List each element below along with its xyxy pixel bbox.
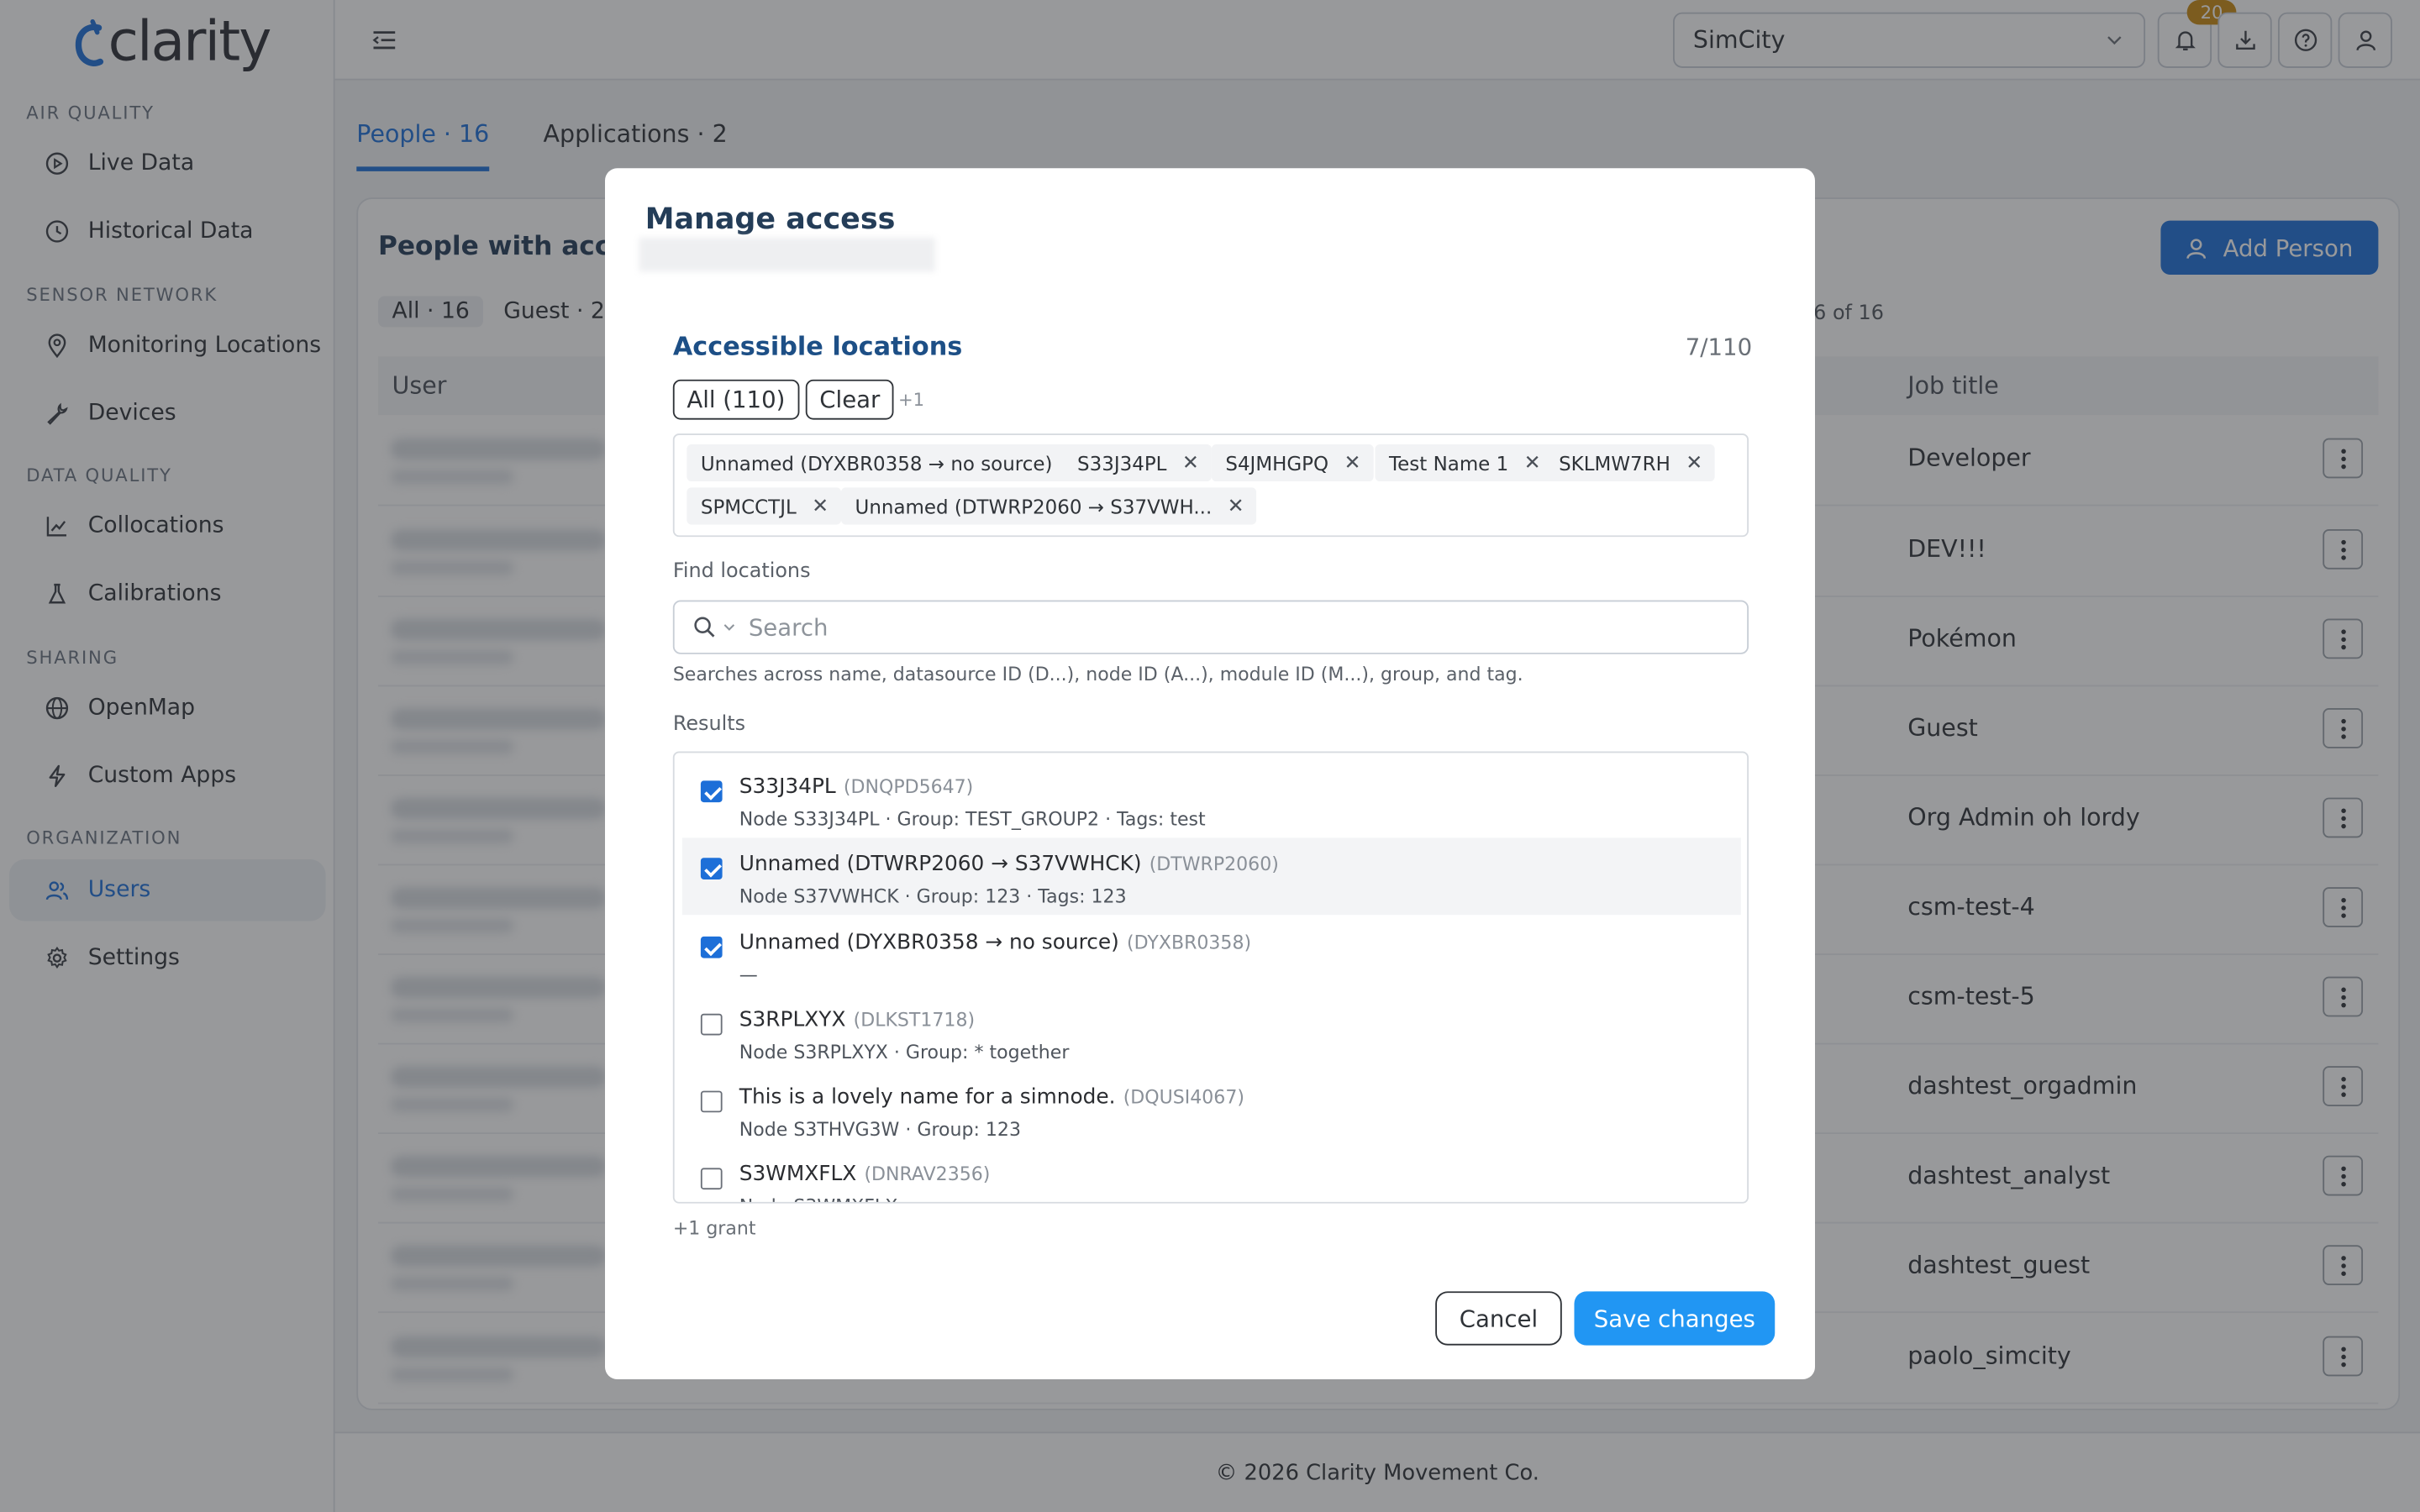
result-meta: — [739,963,758,986]
tag-label: Unnamed (DTWRP2060 → S37VWH... [855,494,1213,518]
selected-tag: Test Name 1 ✕ [1375,444,1554,482]
result-id: (DNRAV2356) [864,1163,991,1185]
modal-subtitle-redacted [639,237,936,272]
selected-tag: Unnamed (DYXBR0358 → no source)✕ [687,444,1097,482]
close-icon[interactable]: ✕ [1344,451,1360,475]
selected-tag: S33J34PL ✕ [1063,444,1212,482]
close-icon[interactable]: ✕ [1228,495,1244,518]
search-input[interactable]: Search [672,600,1749,654]
result-name-text: Unnamed (DTWRP2060 → S37VWHCK) [739,851,1142,877]
chevron-down-icon [723,624,735,631]
save-button[interactable]: Save changes [1574,1291,1776,1346]
close-icon[interactable]: ✕ [1524,451,1541,475]
result-meta: Node S3WMXFLX [739,1195,898,1201]
app-screen: clarity AIR QUALITY Live Data Historical… [0,0,2420,1512]
close-icon[interactable]: ✕ [1182,451,1199,475]
list-item[interactable]: Unnamed (DYXBR0358 → no source) (DYXBR035… [682,916,1741,994]
selected-tag: SKLMW7RH ✕ [1544,444,1715,482]
results-label: Results [672,712,746,737]
result-name: S3WMXFLX (DNRAV2356) [739,1162,991,1186]
tag-label: SPMCCTJL [700,494,797,518]
results-list[interactable]: S33J34PL (DNQPD5647) Node S33J34PL · Grou… [672,751,1749,1204]
checkbox[interactable] [700,780,723,803]
result-name: Unnamed (DYXBR0358 → no source) (DYXBR035… [739,931,1251,955]
search-icon [694,617,715,638]
tag-label: SKLMW7RH [1559,451,1670,475]
result-meta: Node S33J34PL · Group: TEST_GROUP2 · Tag… [739,808,1206,831]
list-item[interactable]: S33J34PL (DNQPD5647) Node S33J34PL · Grou… [682,761,1741,838]
checkbox[interactable] [700,858,723,879]
selected-tag: S4JMHGPQ ✕ [1211,444,1374,482]
close-icon[interactable]: ✕ [812,495,829,518]
selected-tag: Unnamed (DTWRP2060 → S37VWH... ✕ [841,487,1257,525]
tag-label: S33J34PL [1077,451,1167,475]
result-id: (DQUSI4067) [1123,1086,1244,1108]
result-meta: Node S37VWHCK · Group: 123 · Tags: 123 [739,885,1127,908]
result-name-text: S3RPLXYX [739,1007,846,1032]
checkbox[interactable] [700,1168,723,1190]
close-icon[interactable]: ✕ [1686,451,1702,475]
result-meta: Node S3RPLXYX · Group: * together [739,1041,1070,1063]
result-name: S33J34PL (DNQPD5647) [739,774,973,799]
checkbox[interactable] [700,936,723,958]
extra-count: +1 [897,388,925,411]
selected-tag: SPMCCTJL ✕ [687,487,841,525]
result-id: (DTWRP2060) [1149,853,1279,875]
result-name: S3RPLXYX (DLKST1718) [739,1007,975,1032]
modal-title: Manage access [644,202,896,237]
tag-label: S4JMHGPQ [1225,451,1329,475]
search-hint: Searches across name, datasource ID (D..… [672,663,1523,685]
result-name-text: This is a lovely name for a simnode. [739,1084,1116,1110]
tag-label: Unnamed (DYXBR0358 → no source) [700,451,1053,475]
result-name: Unnamed (DTWRP2060 → S37VWHCK) (DTWRP2060… [739,852,1279,876]
list-item[interactable]: Unnamed (DTWRP2060 → S37VWHCK) (DTWRP2060… [681,837,1741,916]
grant-count: +1 grant [672,1217,756,1239]
checkbox[interactable] [700,1090,723,1113]
tag-label: Test Name 1 [1389,451,1509,475]
result-id: (DLKST1718) [853,1009,976,1031]
result-name: This is a lovely name for a simnode. (DQU… [739,1084,1244,1109]
search-placeholder: Search [748,613,829,642]
result-id: (DNQPD5647) [843,775,974,798]
find-locations-label: Find locations [672,559,811,584]
list-item[interactable]: This is a lovely name for a simnode. (DQU… [682,1071,1741,1148]
list-item[interactable]: S3RPLXYX (DLKST1718) Node S3RPLXYX · Grou… [682,994,1741,1071]
select-all-button[interactable]: All (110) [672,379,799,420]
list-item[interactable]: S3WMXFLX (DNRAV2356) Node S3WMXFLX [682,1148,1741,1202]
manage-access-modal: Manage access Accessible locations 7/110… [605,168,1816,1380]
result-id: (DYXBR0358) [1127,932,1252,954]
cancel-button[interactable]: Cancel [1435,1291,1562,1346]
result-meta: Node S3THVG3W · Group: 123 [739,1118,1021,1141]
clear-button[interactable]: Clear [805,379,894,420]
checkbox[interactable] [700,1013,723,1036]
section-title: Accessible locations [672,331,963,361]
selected-count: 7/110 [1685,333,1753,361]
result-name-text: S3WMXFLX [739,1162,857,1187]
result-name-text: Unnamed (DYXBR0358 → no source) [739,930,1119,955]
result-name-text: S33J34PL [739,774,836,800]
selected-locations: Unnamed (DYXBR0358 → no source)✕ S33J34P… [672,433,1749,538]
